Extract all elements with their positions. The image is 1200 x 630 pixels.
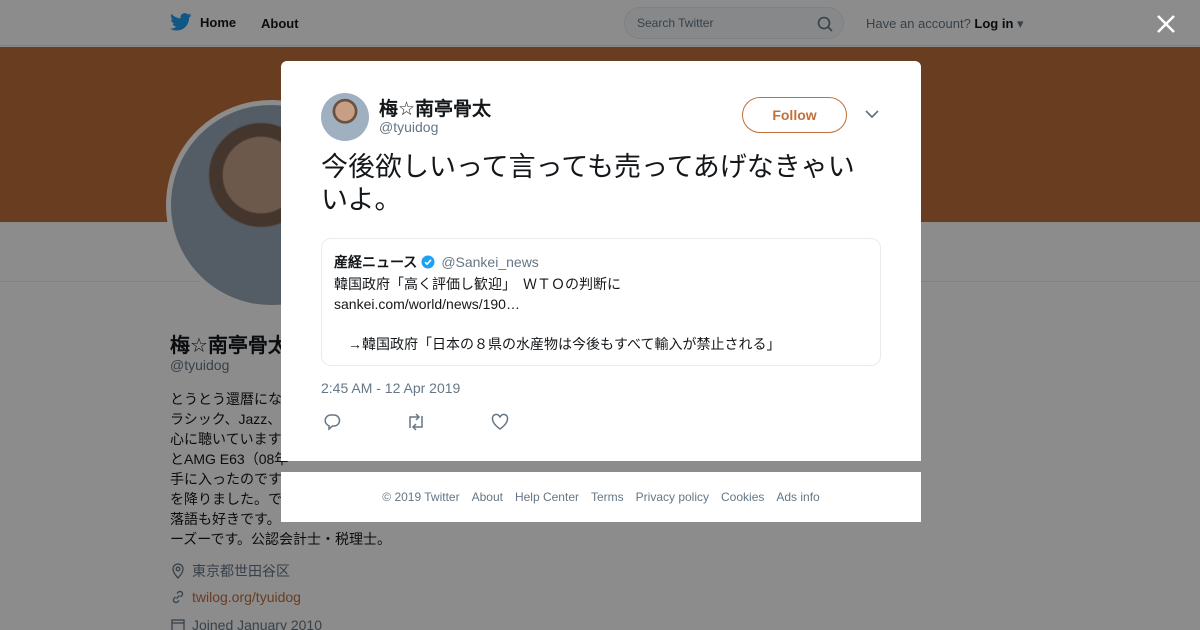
footer-link-ads-info[interactable]: Ads info xyxy=(776,490,819,504)
quoted-tweet-header: 産経ニュース @Sankei_news xyxy=(334,252,868,272)
like-button[interactable] xyxy=(489,411,511,433)
retweet-icon xyxy=(409,413,423,431)
close-icon[interactable] xyxy=(1154,12,1178,36)
author-handle[interactable]: @tyuidog xyxy=(379,119,438,135)
verified-badge-icon xyxy=(421,255,435,269)
tweet-modal: 梅☆南亭骨太 @tyuidog Follow 今後欲しいって言っても売ってあげな… xyxy=(281,61,921,461)
footer-link-help-center[interactable]: Help Center xyxy=(515,490,579,504)
footer-link-privacy[interactable]: Privacy policy xyxy=(636,490,709,504)
quoted-tweet-line: →韓国政府「日本の８県の水産物は今後もすべて輸入が禁止される」 xyxy=(348,336,781,352)
author-name[interactable]: 梅☆南亭骨太 xyxy=(379,94,491,121)
footer-link-about[interactable]: About xyxy=(472,490,503,504)
footer-link-terms[interactable]: Terms xyxy=(591,490,624,504)
quoted-tweet[interactable]: 産経ニュース @Sankei_news 韓国政府「高く評価し歓迎」 ＷＴＯの判断… xyxy=(321,238,881,366)
tweet-text: 今後欲しいって言っても売ってあげなきゃいいよ。 xyxy=(321,152,855,216)
follow-button[interactable]: Follow xyxy=(742,97,847,133)
footer-link-cookies[interactable]: Cookies xyxy=(721,490,764,504)
reply-button[interactable] xyxy=(321,411,343,433)
quoted-tweet-link: sankei.com/world/news/190… xyxy=(334,296,520,312)
tweet-actions xyxy=(321,411,511,433)
quoted-tweet-line: 韓国政府「高く評価し歓迎」 ＷＴＯの判断に xyxy=(334,276,621,292)
chevron-down-icon[interactable] xyxy=(865,109,879,119)
tweet-timestamp[interactable]: 2:45 AM - 12 Apr 2019 xyxy=(321,380,460,396)
footer-copyright: © 2019 Twitter xyxy=(382,490,460,504)
quoted-author-name: 産経ニュース xyxy=(334,254,418,270)
author-avatar[interactable] xyxy=(321,93,369,141)
reply-icon xyxy=(324,414,341,431)
quoted-author-handle: @Sankei_news xyxy=(441,254,539,270)
modal-footer: © 2019 Twitter About Help Center Terms P… xyxy=(281,472,921,522)
retweet-button[interactable] xyxy=(405,411,427,433)
heart-icon xyxy=(491,413,509,430)
